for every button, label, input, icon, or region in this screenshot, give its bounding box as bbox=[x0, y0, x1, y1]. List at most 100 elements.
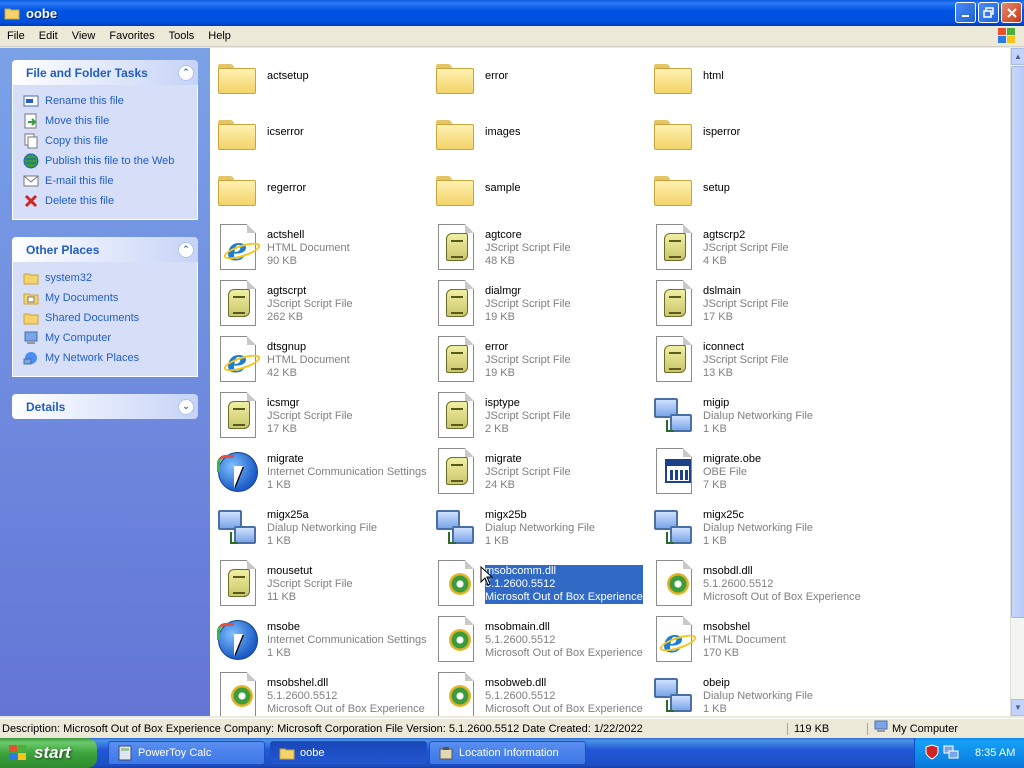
folder-icon bbox=[279, 745, 295, 761]
file-item[interactable]: msobmain.dll 5.1.2600.5512 Microsoft Out o… bbox=[428, 612, 646, 668]
expand-down-icon[interactable]: ⌄ bbox=[178, 398, 194, 415]
file-item[interactable]: msobweb.dll 5.1.2600.5512 Microsoft Out of… bbox=[428, 668, 646, 716]
start-label: start bbox=[34, 743, 71, 762]
file-item[interactable]: sample bbox=[428, 164, 646, 220]
menu-favorites[interactable]: Favorites bbox=[102, 30, 161, 42]
file-item[interactable]: migrate.obe OBE File 7 KB bbox=[646, 444, 864, 500]
file-item[interactable]: icserror bbox=[210, 108, 428, 164]
menu-tools[interactable]: Tools bbox=[162, 30, 202, 42]
title-bar[interactable]: oobe bbox=[0, 0, 1024, 26]
file-item[interactable]: dialmgr JScript Script File 19 KB bbox=[428, 276, 646, 332]
scroll-up-icon[interactable]: ▲ bbox=[1011, 48, 1024, 65]
email-icon bbox=[23, 173, 39, 189]
file-item[interactable]: dslmain JScript Script File 17 KB bbox=[646, 276, 864, 332]
file-item[interactable]: migrate Internet Communication Settings 1 … bbox=[210, 444, 428, 500]
file-item[interactable]: migrate JScript Script File 24 KB bbox=[428, 444, 646, 500]
place-my-network-places[interactable]: My Network Places bbox=[23, 348, 197, 368]
file-item[interactable]: msobe Internet Communication Settings 1 KB bbox=[210, 612, 428, 668]
close-button[interactable] bbox=[1001, 2, 1022, 23]
file-name: agtscrp2 bbox=[703, 229, 746, 241]
file-item[interactable]: agtcore JScript Script File 48 KB bbox=[428, 220, 646, 276]
file-type: Internet Communication Settings bbox=[267, 634, 427, 646]
file-item[interactable]: html bbox=[646, 52, 864, 108]
file-item[interactable]: regerror bbox=[210, 164, 428, 220]
my-documents-icon bbox=[23, 290, 39, 306]
network-icon[interactable] bbox=[943, 744, 959, 763]
file-item[interactable]: isptype JScript Script File 2 KB bbox=[428, 388, 646, 444]
task-oobe[interactable]: oobe bbox=[270, 741, 427, 765]
file-item[interactable]: obeip Dialup Networking File 1 KB bbox=[646, 668, 864, 716]
collapse-up-icon[interactable]: ⌃ bbox=[178, 241, 194, 258]
file-item[interactable]: actsetup bbox=[210, 52, 428, 108]
file-name: actshell bbox=[267, 229, 305, 241]
task-powertoy-calc[interactable]: PowerToy Calc bbox=[108, 741, 265, 765]
file-item[interactable]: error bbox=[428, 52, 646, 108]
file-item[interactable]: e dtsgnup HTML Document 42 KB bbox=[210, 332, 428, 388]
publish-file-link[interactable]: Publish this file to the Web bbox=[23, 151, 197, 171]
start-button[interactable]: start bbox=[0, 738, 97, 768]
menu-edit[interactable]: Edit bbox=[32, 30, 65, 42]
menu-file[interactable]: File bbox=[0, 30, 32, 42]
vertical-scrollbar[interactable]: ▲ ▼ bbox=[1010, 48, 1024, 716]
file-item[interactable]: migx25a Dialup Networking File 1 KB bbox=[210, 500, 428, 556]
file-item[interactable]: iconnect JScript Script File 13 KB bbox=[646, 332, 864, 388]
file-type: 5.1.2600.5512 bbox=[485, 578, 556, 590]
file-item[interactable]: mousetut JScript Script File 11 KB bbox=[210, 556, 428, 612]
file-name: regerror bbox=[267, 182, 307, 194]
file-name: msobmain.dll bbox=[485, 621, 550, 633]
file-item[interactable]: migip Dialup Networking File 1 KB bbox=[646, 388, 864, 444]
menu-view[interactable]: View bbox=[65, 30, 103, 42]
place-system32[interactable]: system32 bbox=[23, 268, 197, 288]
file-folder-tasks-header[interactable]: File and Folder Tasks ⌃ bbox=[12, 60, 198, 85]
folder-icon bbox=[216, 56, 260, 104]
file-item[interactable]: agtscrp2 JScript Script File 4 KB bbox=[646, 220, 864, 276]
file-item[interactable]: images bbox=[428, 108, 646, 164]
file-item[interactable]: migx25b Dialup Networking File 1 KB bbox=[428, 500, 646, 556]
jscript-file-icon bbox=[216, 280, 260, 328]
task-location-information[interactable]: Location Information bbox=[429, 741, 586, 765]
file-item[interactable]: error JScript Script File 19 KB bbox=[428, 332, 646, 388]
link-label: My Documents bbox=[45, 292, 119, 304]
file-item[interactable]: agtscrpt JScript Script File 262 KB bbox=[210, 276, 428, 332]
collapse-up-icon[interactable]: ⌃ bbox=[178, 64, 194, 81]
copy-file-link[interactable]: Copy this file bbox=[23, 131, 197, 151]
security-shield-icon[interactable] bbox=[925, 743, 939, 763]
file-item[interactable]: e actshell HTML Document 90 KB bbox=[210, 220, 428, 276]
delete-file-link[interactable]: Delete this file bbox=[23, 191, 197, 211]
link-label: Move this file bbox=[45, 115, 110, 127]
file-name: icserror bbox=[267, 126, 304, 138]
other-places-header[interactable]: Other Places ⌃ bbox=[12, 237, 198, 262]
file-item[interactable]: msobshel.dll 5.1.2600.5512 Microsoft Out o… bbox=[210, 668, 428, 716]
email-file-link[interactable]: E-mail this file bbox=[23, 171, 197, 191]
file-item[interactable]: isperror bbox=[646, 108, 864, 164]
clock[interactable]: 8:35 AM bbox=[975, 747, 1015, 759]
move-file-link[interactable]: Move this file bbox=[23, 111, 197, 131]
file-name: msobshel bbox=[703, 621, 751, 633]
file-item[interactable]: msobdl.dll 5.1.2600.5512 Microsoft Out of … bbox=[646, 556, 864, 612]
place-my-computer[interactable]: My Computer bbox=[23, 328, 197, 348]
file-item[interactable]: icsmgr JScript Script File 17 KB bbox=[210, 388, 428, 444]
file-size: 19 KB bbox=[485, 311, 515, 323]
file-item[interactable]: e msobshel HTML Document 170 KB bbox=[646, 612, 864, 668]
file-item[interactable]: setup bbox=[646, 164, 864, 220]
place-shared-documents[interactable]: Shared Documents bbox=[23, 308, 197, 328]
jscript-file-icon bbox=[652, 336, 696, 384]
file-name: migx25b bbox=[485, 509, 527, 521]
details-header[interactable]: Details ⌄ bbox=[12, 394, 198, 419]
minimize-button[interactable] bbox=[955, 2, 976, 23]
internet-settings-icon bbox=[216, 616, 260, 664]
scroll-thumb[interactable] bbox=[1011, 66, 1024, 618]
jscript-file-icon bbox=[434, 448, 478, 496]
file-name: msobweb.dll bbox=[485, 677, 547, 689]
dll-file-icon bbox=[434, 672, 478, 716]
maximize-button[interactable] bbox=[978, 2, 999, 23]
rename-file-link[interactable]: Rename this file bbox=[23, 91, 197, 111]
file-item[interactable]: msobcomm.dll 5.1.2600.5512 Microsoft Out o… bbox=[428, 556, 646, 612]
file-type: Internet Communication Settings bbox=[267, 466, 427, 478]
menu-help[interactable]: Help bbox=[201, 30, 238, 42]
jscript-file-icon bbox=[434, 224, 478, 272]
file-item[interactable]: migx25c Dialup Networking File 1 KB bbox=[646, 500, 864, 556]
place-my-documents[interactable]: My Documents bbox=[23, 288, 197, 308]
dll-file-icon bbox=[434, 560, 478, 608]
scroll-down-icon[interactable]: ▼ bbox=[1011, 699, 1024, 716]
